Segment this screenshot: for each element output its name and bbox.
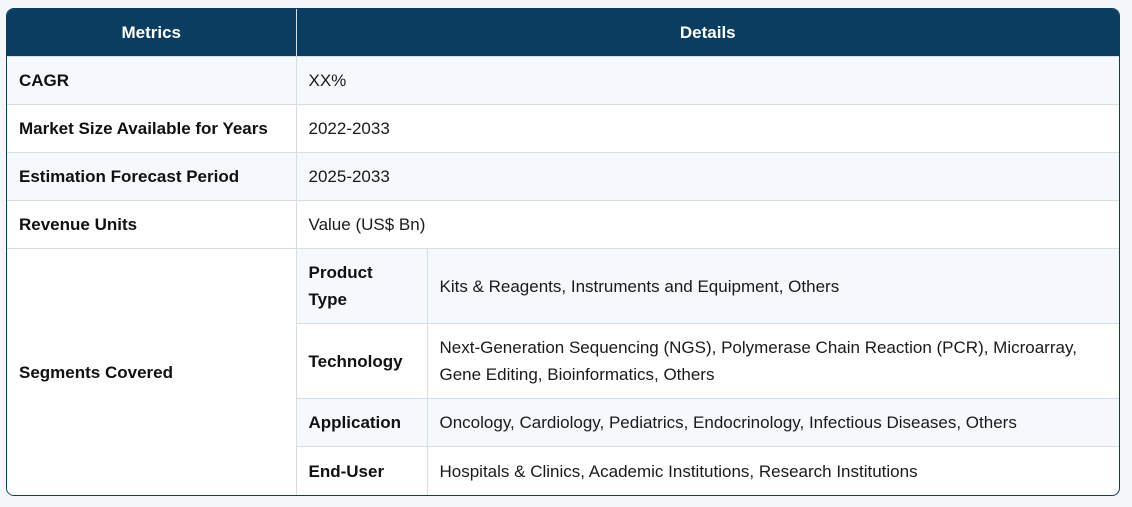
segment-product-type-details: Kits & Reagents, Instruments and Equipme… xyxy=(427,248,1119,324)
segment-application-details: Oncology, Cardiology, Pediatrics, Endocr… xyxy=(427,398,1119,447)
details-forecast-period: 2025-2033 xyxy=(296,152,1119,201)
metric-market-size: Market Size Available for Years xyxy=(7,104,297,153)
metric-segments-covered: Segments Covered xyxy=(7,248,297,495)
details-cagr: XX% xyxy=(296,55,1119,105)
metric-revenue-units: Revenue Units xyxy=(7,200,297,249)
table-row: CAGR XX% xyxy=(7,55,1119,105)
segment-end-user: End-User xyxy=(296,446,428,495)
report-metrics-table: Metrics Details CAGR XX% Market Size Ava… xyxy=(7,9,1119,495)
segment-end-user-details: Hospitals & Clinics, Academic Institutio… xyxy=(427,446,1119,495)
segment-technology: Technology xyxy=(296,323,428,399)
table-row: Estimation Forecast Period 2025-2033 xyxy=(7,152,1119,201)
details-market-size: 2022-2033 xyxy=(296,104,1119,153)
segment-product-type: Product Type xyxy=(296,248,428,324)
table-header-row: Metrics Details xyxy=(7,9,1119,57)
metric-cagr: CAGR xyxy=(7,55,297,105)
segment-application: Application xyxy=(296,398,428,447)
table-row: Market Size Available for Years 2022-203… xyxy=(7,104,1119,153)
table-row: Segments Covered Product Type Kits & Rea… xyxy=(7,248,1119,495)
header-metrics: Metrics xyxy=(7,9,297,57)
header-details: Details xyxy=(296,9,1119,57)
details-revenue-units: Value (US$ Bn) xyxy=(296,200,1119,249)
report-metrics-table-container: Metrics Details CAGR XX% Market Size Ava… xyxy=(6,8,1120,496)
table-row: Revenue Units Value (US$ Bn) xyxy=(7,200,1119,249)
segment-technology-details: Next-Generation Sequencing (NGS), Polyme… xyxy=(427,323,1119,399)
metric-forecast-period: Estimation Forecast Period xyxy=(7,152,297,201)
